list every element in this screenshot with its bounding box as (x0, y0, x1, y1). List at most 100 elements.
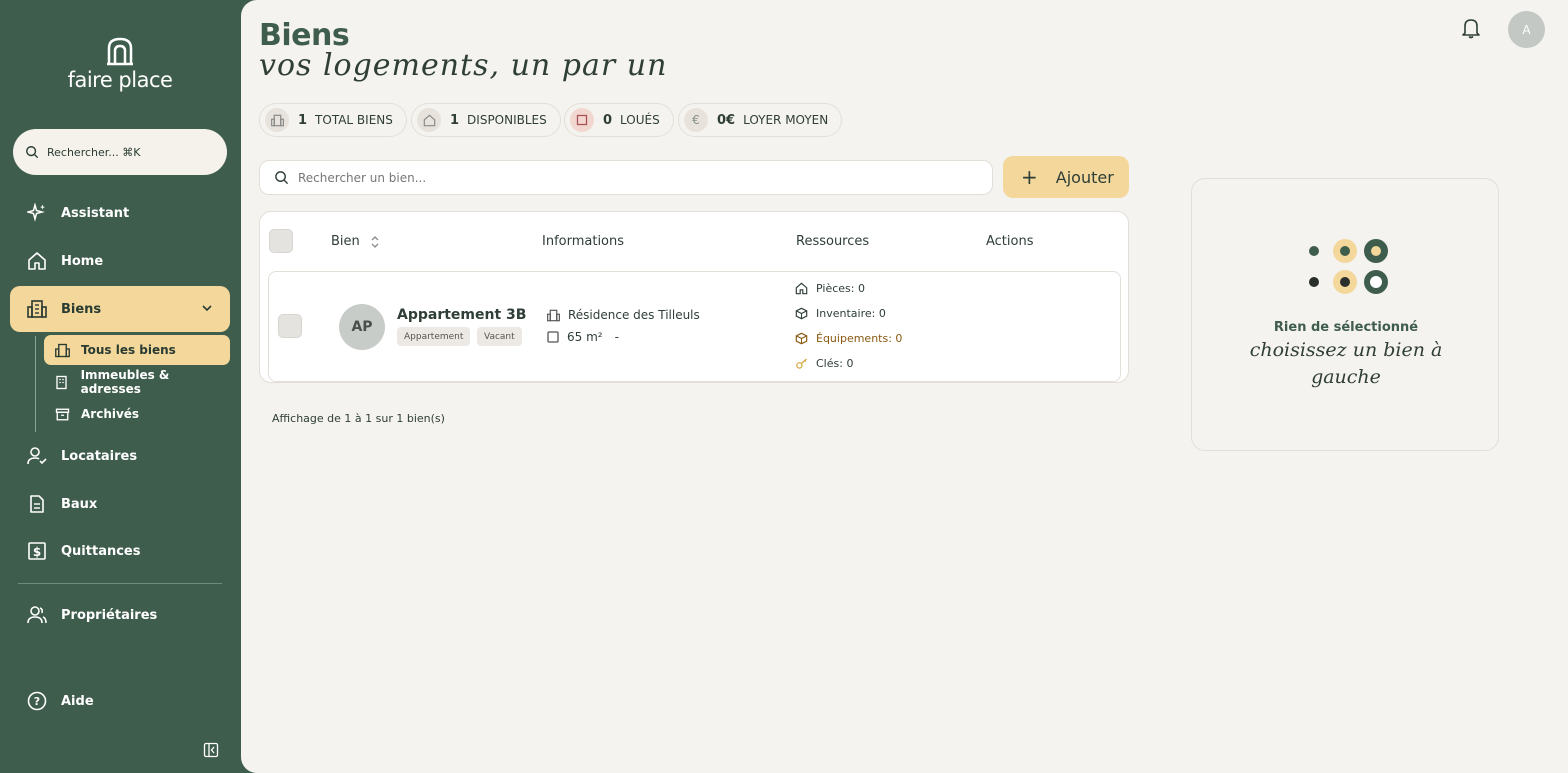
stat-loues: 0 LOUÉS (564, 103, 674, 137)
package-icon (795, 332, 809, 345)
stat-total-biens: 1 TOTAL BIENS (259, 103, 407, 137)
svg-text:?: ? (34, 695, 40, 708)
users-icon (26, 604, 48, 626)
sidebar-subitem-label: Immeubles & adresses (80, 368, 170, 396)
key-icon (795, 357, 809, 370)
submenu-line (35, 336, 36, 432)
sidebar-item-label: Propriétaires (61, 607, 158, 623)
main-content: Biens vos logements, un par un A 1 TOTAL… (241, 0, 1568, 773)
euro-icon: € (684, 108, 708, 132)
column-header-actions: Actions (986, 234, 1034, 249)
search-placeholder: Rechercher un bien... (298, 170, 427, 185)
stat-label: LOYER MOYEN (743, 113, 829, 127)
add-property-button[interactable]: + Ajouter (1003, 156, 1129, 198)
search-icon (26, 146, 39, 159)
select-all-checkbox[interactable] (269, 229, 293, 253)
stat-disponibles: 1 DISPONIBLES (411, 103, 561, 137)
sidebar-item-aide[interactable]: ? Aide (10, 678, 230, 724)
logo[interactable]: faire place (60, 36, 180, 92)
sidebar-item-quittances[interactable]: $ Quittances (10, 528, 230, 574)
add-button-label: Ajouter (1055, 167, 1114, 187)
sidebar-item-label: Locataires (61, 448, 138, 464)
sidebar-item-label: Home (61, 253, 104, 269)
stat-value: 0€ (717, 112, 736, 128)
sidebar-subitem-tous-les-biens[interactable]: Tous les biens (44, 335, 230, 365)
sidebar-item-locataires[interactable]: Locataires (10, 433, 230, 479)
page-subtitle: vos logements, un par un (259, 48, 668, 83)
document-icon (26, 493, 48, 515)
receipt-dollar-icon: $ (26, 540, 48, 562)
user-check-icon (26, 445, 48, 467)
stat-label: DISPONIBLES (467, 113, 547, 127)
row-checkbox[interactable] (278, 314, 302, 338)
stat-label: TOTAL BIENS (315, 113, 393, 127)
plus-icon: + (1021, 165, 1038, 189)
building-icon (265, 108, 289, 132)
sidebar-item-biens[interactable]: Biens (10, 286, 230, 332)
sidebar-search[interactable]: Rechercher... ⌘K (13, 129, 227, 175)
svg-text:$: $ (33, 545, 41, 559)
property-type-tag: Appartement (397, 327, 471, 346)
detail-empty-subtitle: choisissez un bien à gauche (1249, 339, 1443, 388)
property-avatar: AP (339, 304, 385, 350)
resource-equipements[interactable]: Équipements: 0 (795, 332, 902, 345)
resource-inventaire[interactable]: Inventaire: 0 (795, 307, 886, 320)
square-icon (570, 108, 594, 132)
sidebar-item-label: Baux (61, 496, 98, 512)
pagination-info: Affichage de 1 à 1 sur 1 bien(s) (272, 412, 445, 425)
dots-illustration-icon (1309, 239, 1388, 294)
home-icon (795, 282, 809, 295)
properties-table: Bien Informations Ressources Actions AP … (259, 211, 1129, 383)
sidebar-item-label: Biens (61, 301, 102, 317)
help-icon: ? (26, 690, 48, 712)
sidebar-item-baux[interactable]: Baux (10, 481, 230, 527)
logo-house-icon (107, 37, 133, 66)
resource-cles[interactable]: Clés: 0 (795, 357, 853, 370)
sidebar-subitem-archives[interactable]: Archivés (44, 399, 230, 429)
detail-panel: Rien de sélectionné choisissez un bien à… (1191, 178, 1499, 451)
home-icon (417, 108, 441, 132)
building-icon (54, 342, 70, 358)
sidebar-subitem-label: Tous les biens (81, 343, 176, 357)
sidebar-item-assistant[interactable]: Assistant (10, 190, 230, 236)
stat-loyer-moyen: € 0€ LOYER MOYEN (678, 103, 843, 137)
sidebar-item-label: Aide (61, 693, 94, 709)
sidebar-subitem-label: Archivés (81, 407, 140, 421)
resource-pieces[interactable]: Pièces: 0 (795, 282, 865, 295)
sidebar-subitem-immeubles[interactable]: Immeubles & adresses (44, 367, 230, 397)
sort-icon[interactable] (370, 235, 380, 249)
sidebar-item-label: Quittances (61, 543, 141, 559)
stat-value: 1 (298, 112, 308, 128)
property-surface: 65 m² - (547, 330, 619, 344)
sidebar-item-proprietaires[interactable]: Propriétaires (10, 592, 230, 638)
box-icon (795, 307, 809, 320)
column-header-bien[interactable]: Bien (331, 234, 380, 249)
user-avatar[interactable]: A (1508, 11, 1545, 48)
stat-label: LOUÉS (620, 113, 660, 127)
column-header-informations: Informations (542, 234, 625, 249)
table-row[interactable]: AP Appartement 3B Appartement Vacant Rés… (268, 271, 1121, 382)
chevron-down-icon[interactable] (200, 301, 214, 315)
column-header-ressources: Ressources (796, 234, 870, 249)
collapse-sidebar-icon[interactable] (203, 742, 219, 758)
detail-empty-title: Rien de sélectionné (1273, 320, 1419, 335)
stat-value: 1 (450, 112, 460, 128)
square-icon (547, 331, 559, 343)
stat-value: 0 (603, 112, 613, 128)
property-search-input[interactable]: Rechercher un bien... (259, 160, 993, 195)
sidebar: faire place Rechercher... ⌘K Assistant H… (0, 0, 241, 773)
bell-icon[interactable] (1461, 17, 1481, 39)
apartment-icon (54, 374, 70, 390)
archive-icon (54, 406, 70, 422)
property-residence: Résidence des Tilleuls (547, 308, 700, 322)
logo-text: faire place (67, 68, 173, 92)
sidebar-divider (18, 583, 222, 584)
home-icon (26, 250, 48, 272)
property-name[interactable]: Appartement 3B (397, 307, 526, 323)
search-icon (275, 171, 289, 185)
sidebar-item-home[interactable]: Home (10, 238, 230, 284)
sidebar-search-placeholder: Rechercher... ⌘K (47, 145, 141, 159)
sidebar-item-label: Assistant (61, 205, 130, 221)
building-icon (547, 309, 560, 322)
sparkle-icon (26, 202, 48, 224)
